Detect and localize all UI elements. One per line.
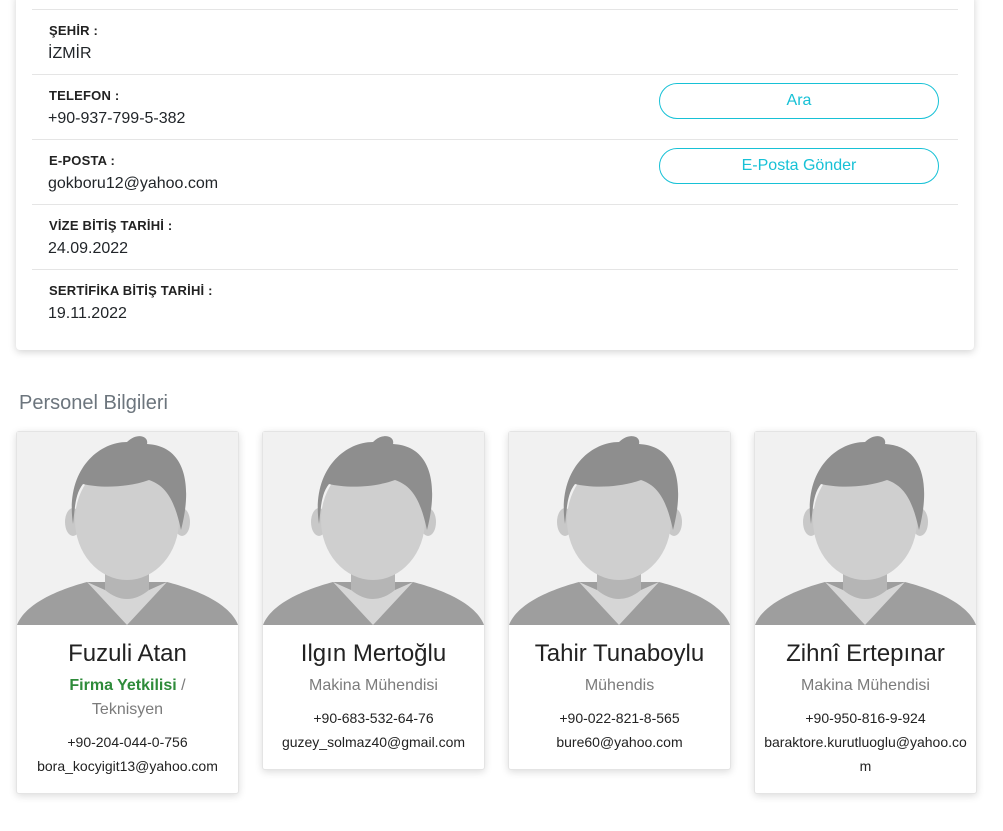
info-row-certificate-expiry: SERTİFİKA BİTİŞ TARİHİ : 19.11.2022: [32, 269, 958, 334]
avatar: [17, 432, 238, 625]
person-role: Makina Mühendisi: [801, 677, 930, 694]
personnel-section-title: Personel Bilgileri: [19, 392, 168, 414]
certificate-expiry-label: SERTİFİKA BİTİŞ TARİHİ :: [49, 283, 213, 298]
personnel-card: Zihnî Ertepınar Makina Mühendisi +90-950…: [754, 431, 977, 794]
role-separator: /: [176, 677, 186, 694]
avatar: [755, 432, 976, 625]
certificate-expiry-value: 19.11.2022: [48, 305, 127, 322]
visa-expiry-value: 24.09.2022: [48, 240, 129, 257]
send-email-button[interactable]: E-Posta Gönder: [659, 148, 939, 184]
person-phone: +90-950-816-9-924: [805, 710, 926, 726]
visa-expiry-label: VİZE BİTİŞ TARİHİ :: [49, 218, 173, 233]
city-label: ŞEHİR :: [49, 23, 99, 38]
person-name: Zihnî Ertepınar: [786, 640, 945, 667]
person-phone: +90-022-821-8-565: [559, 710, 680, 726]
person-email: baraktore.kurutluoglu@yahoo.com: [764, 734, 967, 774]
avatar: [263, 432, 484, 625]
info-row-phone: TELEFON : +90-937-799-5-382 Ara: [32, 74, 958, 139]
role-highlight: Firma Yetkilisi: [69, 677, 177, 694]
contact-info-card: ŞEHİR : İZMİR TELEFON : +90-937-799-5-38…: [16, 0, 974, 350]
person-name: Fuzuli Atan: [68, 640, 187, 667]
person-role: Makina Mühendisi: [309, 677, 438, 694]
personnel-card: Tahir Tunaboylu Mühendis +90-022-821-8-5…: [508, 431, 731, 770]
phone-label: TELEFON :: [49, 88, 120, 103]
person-email: guzey_solmaz40@gmail.com: [281, 734, 466, 750]
person-email: bora_kocyigit13@yahoo.com: [37, 758, 218, 774]
role-title: Teknisyen: [91, 701, 164, 718]
email-label: E-POSTA :: [49, 153, 116, 168]
call-button[interactable]: Ara: [659, 83, 939, 119]
person-email: bure60@yahoo.com: [556, 734, 683, 750]
person-role: Firma Yetkilisi / Teknisyen: [23, 674, 232, 722]
avatar: [509, 432, 730, 625]
person-name: Tahir Tunaboylu: [534, 640, 705, 667]
personnel-card: Fuzuli Atan Firma Yetkilisi / Teknisyen …: [16, 431, 239, 794]
email-value: gokboru12@yahoo.com: [48, 175, 219, 192]
phone-value: +90-937-799-5-382: [48, 110, 186, 127]
info-row-visa-expiry: VİZE BİTİŞ TARİHİ : 24.09.2022: [32, 204, 958, 269]
info-row-city: ŞEHİR : İZMİR: [32, 9, 958, 74]
person-role: Mühendis: [584, 677, 655, 694]
person-phone: +90-204-044-0-756: [67, 734, 188, 750]
person-phone: +90-683-532-64-76: [313, 710, 434, 726]
info-row-email: E-POSTA : gokboru12@yahoo.com E-Posta Gö…: [32, 139, 958, 204]
city-value: İZMİR: [48, 45, 92, 62]
person-name: Ilgın Mertoğlu: [300, 640, 447, 667]
personnel-card: Ilgın Mertoğlu Makina Mühendisi +90-683-…: [262, 431, 485, 770]
